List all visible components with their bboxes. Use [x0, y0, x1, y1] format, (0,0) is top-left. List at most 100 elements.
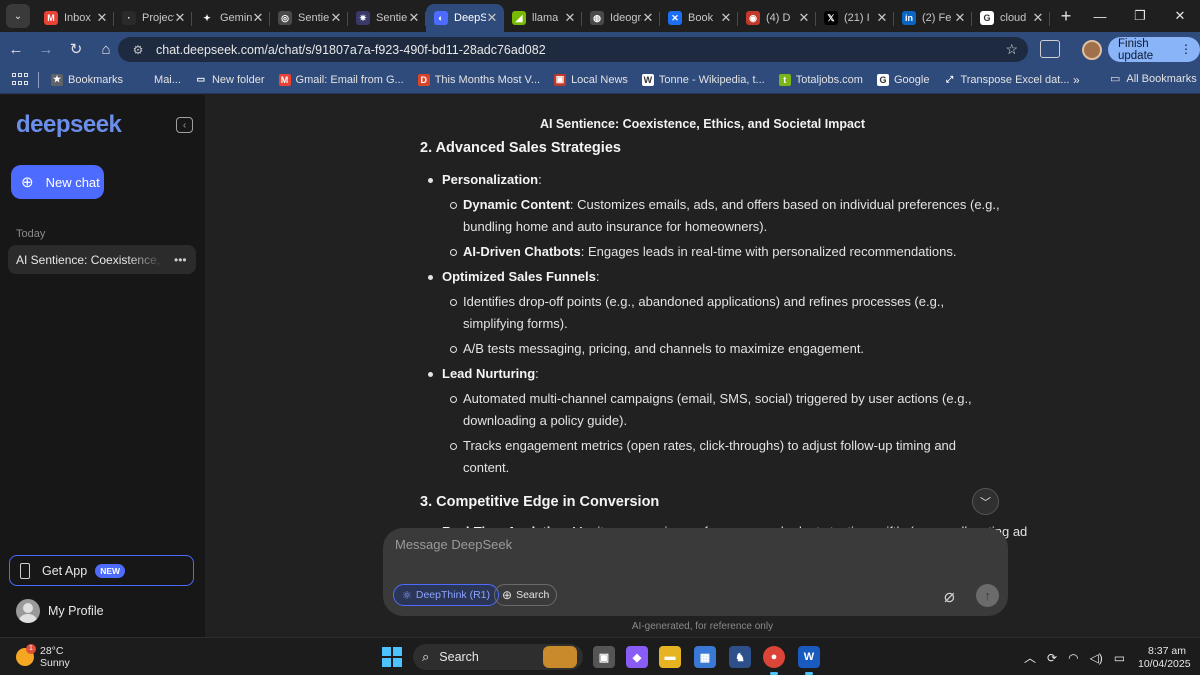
file-explorer-icon[interactable]: ▬ [659, 646, 681, 668]
kebab-menu-icon: ⋮ [1180, 42, 1192, 56]
forward-arrow-icon: → [38, 40, 54, 58]
chat-title: AI Sentience: Coexistence, Ethics, and S… [539, 117, 866, 131]
close-tab-icon[interactable]: ✕ [1032, 10, 1044, 26]
all-bookmarks[interactable]: ▭ All Bookmarks [1110, 72, 1197, 86]
battery-icon[interactable]: ▭ [1114, 651, 1125, 665]
more-options-icon[interactable]: ••• [174, 253, 187, 267]
close-tab-icon[interactable]: ✕ [174, 10, 186, 26]
new-chat-button[interactable]: ⊕ New chat [11, 165, 104, 199]
browser-tab[interactable]: · Projects✕ [114, 4, 192, 32]
tab-strip: ⌄ MInbox✕·Projects✕✦Gemini✕◎Sentience✕✷S… [0, 0, 1200, 32]
browser-tab[interactable]: ◐ DeepSeek✕ [426, 4, 504, 32]
bookmark-item[interactable]: M Gmail: Email from G... [278, 73, 404, 86]
bookmark-item[interactable]: D This Months Most V... [417, 73, 540, 86]
finish-update-button[interactable]: Finish update ⋮ [1108, 37, 1200, 62]
clock[interactable]: 8:37 am 10/04/2025 [1138, 645, 1191, 671]
send-button[interactable]: ↑ [976, 584, 999, 607]
browser-tab[interactable]: in (2) Fe ✕ [894, 4, 972, 32]
browser-tab[interactable]: 𝕏 (21) I ✕ [816, 4, 894, 32]
wifi-icon[interactable]: ◠ [1068, 651, 1078, 665]
bookmark-item[interactable]: W Tonne - Wikipedia, t... [641, 73, 765, 86]
temperature: 28°C [40, 645, 64, 657]
url-text[interactable]: chat.deepseek.com/a/chat/s/91807a7a-f923… [156, 43, 546, 57]
close-tab-icon[interactable]: ✕ [486, 10, 498, 26]
profile-avatar[interactable] [1082, 40, 1102, 60]
minimize-button[interactable]: — [1080, 0, 1120, 32]
paperclip-icon[interactable]: ⌀ [944, 586, 955, 607]
bookmark-item[interactable]: Mai... [137, 73, 181, 86]
close-tab-icon[interactable]: ✕ [330, 10, 342, 26]
bookmark-item[interactable]: ▭ New folder [194, 73, 265, 86]
deepthink-label: DeepThink (R1) [415, 589, 490, 601]
deepseek-logo: deepseek [16, 111, 122, 138]
bookmark-item[interactable]: ★ Bookmarks [51, 73, 123, 86]
reload-button[interactable]: ↻ [62, 35, 90, 63]
site-info-icon[interactable]: ⚙ [126, 43, 150, 57]
browser-tab[interactable]: M Inbox ✕ [36, 4, 114, 32]
close-tab-icon[interactable]: ✕ [408, 10, 420, 26]
close-tab-icon[interactable]: ✕ [252, 10, 264, 26]
bookmark-label: New folder [211, 73, 265, 86]
linkedin-icon: in [902, 11, 916, 25]
sync-icon[interactable]: ⟳ [1047, 651, 1057, 665]
browser-tab[interactable]: ◍ Ideogram✕ [582, 4, 660, 32]
search-toggle[interactable]: ⊕ Search [494, 584, 558, 606]
list-item: Optimized Sales Funnels: Identifies drop… [420, 266, 1005, 360]
sun-icon: 1 [16, 644, 36, 666]
list-item: Tracks engagement metrics (open rates, c… [442, 435, 1005, 479]
apps-grid-icon[interactable] [12, 72, 28, 87]
bookmark-item[interactable]: t Totaljobs.com [778, 73, 863, 86]
close-tab-icon[interactable]: ✕ [954, 10, 966, 26]
word-icon[interactable]: W [798, 646, 820, 675]
volume-icon[interactable]: ◁) [1090, 651, 1103, 665]
close-tab-icon[interactable]: ✕ [720, 10, 732, 26]
scroll-to-bottom-button[interactable]: ﹀ [972, 488, 999, 515]
browser-tab[interactable]: ✕ Book ✕ [660, 4, 738, 32]
collapse-sidebar-icon[interactable]: ‹ [176, 117, 193, 133]
bookmark-star-icon[interactable]: ☆ [1005, 41, 1018, 58]
list-item: Identifies drop-off points (e.g., abando… [442, 291, 1005, 335]
atom-icon: ⚛ [402, 589, 412, 602]
new-tab-button[interactable]: + [1054, 6, 1078, 27]
back-button[interactable]: ← [2, 35, 30, 63]
address-bar[interactable]: ⚙ chat.deepseek.com/a/chat/s/91807a7a-f9… [118, 37, 1028, 62]
home-button[interactable]: ⌂ [92, 35, 120, 63]
browser-tab[interactable]: Gcloud ✕ [972, 4, 1050, 32]
store-icon[interactable]: ▦ [694, 646, 716, 668]
browser-tab[interactable]: ◉ (4) D ✕ [738, 4, 816, 32]
my-profile-button[interactable]: My Profile [16, 599, 104, 623]
deepthink-toggle[interactable]: ⚛ DeepThink (R1) [393, 584, 499, 606]
forward-button[interactable]: → [32, 35, 60, 63]
message-input[interactable]: Message DeepSeek [395, 537, 512, 552]
browser-tab[interactable]: ◎ Sentience✕ [270, 4, 348, 32]
windows-start-icon[interactable] [382, 647, 402, 667]
restore-button[interactable]: ❐ [1120, 0, 1160, 32]
browser-tab[interactable]: ◢ llama ✕ [504, 4, 582, 32]
bookmark-item[interactable]: G Google [876, 73, 929, 86]
bookmark-label: Local News [571, 73, 628, 86]
new-chat-label: New chat [45, 174, 100, 190]
app-icon[interactable]: ♞ [729, 646, 751, 668]
bookmark-item[interactable]: ▣ Local News [554, 73, 628, 86]
tab-search-button[interactable]: ⌄ [6, 4, 30, 28]
notification-badge: 1 [26, 644, 36, 654]
chevron-up-icon[interactable]: ︿ [1024, 649, 1036, 666]
browser-tab[interactable]: ✷ Sentience✕ [348, 4, 426, 32]
close-tab-icon[interactable]: ✕ [564, 10, 576, 26]
chat-history-item[interactable]: AI Sentience: Coexistence, Ethics ••• [8, 245, 196, 274]
weather-widget[interactable]: 1 28°C Sunny [16, 644, 70, 669]
get-app-button[interactable]: Get App NEW [9, 555, 194, 586]
close-tab-icon[interactable]: ✕ [876, 10, 888, 26]
task-view-icon[interactable]: ▣ [593, 646, 615, 668]
close-tab-icon[interactable]: ✕ [798, 10, 810, 26]
more-bookmarks-icon[interactable]: » [1073, 73, 1080, 87]
close-tab-icon[interactable]: ✕ [96, 10, 108, 26]
chrome-icon[interactable]: ● [763, 646, 785, 675]
taskbar-search[interactable]: ⌕ Search [413, 644, 583, 670]
copilot-icon[interactable]: ◆ [626, 646, 648, 668]
close-tab-icon[interactable]: ✕ [642, 10, 654, 26]
extensions-icon[interactable] [1040, 40, 1060, 58]
bookmark-item[interactable]: ⤢ Transpose Excel dat... [943, 73, 1070, 86]
close-window-button[interactable]: ✕ [1160, 0, 1200, 32]
browser-tab[interactable]: ✦ Gemini ✕ [192, 4, 270, 32]
